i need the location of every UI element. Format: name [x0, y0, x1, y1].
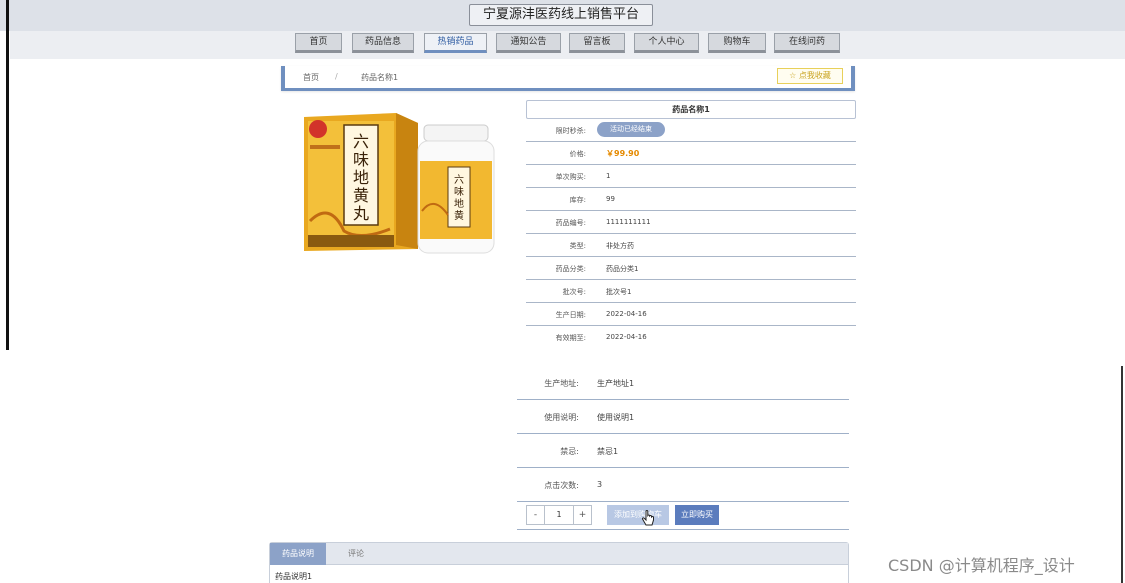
- tab-comments[interactable]: 评论: [328, 543, 384, 565]
- description-tabs: 药品说明 评论 药品说明1: [269, 542, 849, 583]
- detail-row-usage: 使用说明: 使用说明1: [517, 400, 849, 434]
- bottom-screenshot-panel: 生产地址: 生产地址1 使用说明: 使用说明1 禁忌: 禁忌1 点击次数: 3 …: [0, 366, 1125, 583]
- detail-row-production-address: 生产地址: 生产地址1: [517, 366, 849, 400]
- detail-value: 药品分类1: [606, 265, 639, 273]
- add-to-cart-button[interactable]: 添加到购物车: [607, 505, 669, 525]
- medicine-box-image: 六 味 地 黄 丸 六 味 地 黄: [304, 113, 495, 254]
- detail-label: 价格:: [569, 150, 586, 158]
- divider: [517, 529, 849, 530]
- breadcrumb-current: 药品名称1: [361, 73, 399, 82]
- detail-label: 单次购买:: [555, 173, 586, 181]
- detail-value: 1: [606, 172, 611, 180]
- detail-value: 2022-04-16: [606, 310, 647, 318]
- quantity-input[interactable]: 1: [545, 506, 573, 524]
- nav-item-hot-medicine[interactable]: 热销药品: [424, 33, 487, 53]
- detail-value: 禁忌1: [597, 447, 619, 456]
- nav-band: [10, 31, 1125, 59]
- quantity-plus-button[interactable]: +: [573, 506, 591, 524]
- top-screenshot-panel: 宁夏源沣医药线上销售平台 首页 药品信息 热销药品 通知公告 留言板 个人中心 …: [0, 0, 1125, 350]
- detail-value: 2022-04-16: [606, 333, 647, 341]
- nav-item-online-consult[interactable]: 在线问药: [774, 33, 840, 53]
- svg-text:地: 地: [454, 197, 464, 210]
- detail-label: 生产地址:: [544, 379, 579, 388]
- svg-text:味: 味: [454, 186, 464, 198]
- breadcrumb-home[interactable]: 首页: [303, 72, 319, 83]
- nav-item-personal-center[interactable]: 个人中心: [634, 33, 699, 53]
- product-name-box: 药品名称1: [526, 100, 856, 119]
- detail-row-type: 类型: 非处方药: [526, 234, 856, 257]
- detail-label: 药品分类:: [555, 265, 586, 273]
- left-border: [6, 0, 9, 350]
- detail-row-medicine-code: 药品编号: 1111111111: [526, 211, 856, 234]
- detail-label: 库存:: [569, 196, 586, 204]
- nav-item-home[interactable]: 首页: [295, 33, 342, 53]
- svg-text:味: 味: [353, 150, 369, 169]
- detail-value: 3: [597, 480, 603, 489]
- collect-button[interactable]: ☆ 点我收藏: [777, 68, 843, 84]
- site-title: 宁夏源沣医药线上销售平台: [469, 4, 653, 26]
- detail-value: 1111111111: [606, 218, 651, 226]
- quantity-minus-button[interactable]: -: [527, 506, 545, 524]
- quantity-stepper: - 1 +: [526, 505, 592, 525]
- watermark: CSDN @计算机程序_设计: [888, 556, 1075, 575]
- detail-row-batch: 批次号: 批次号1: [526, 280, 856, 303]
- svg-text:六: 六: [454, 174, 464, 186]
- detail-value: 99: [606, 195, 615, 203]
- svg-text:六: 六: [353, 132, 369, 151]
- buy-now-button[interactable]: 立即购买: [675, 505, 719, 525]
- detail-label: 点击次数:: [544, 481, 579, 490]
- svg-text:黄: 黄: [353, 186, 369, 205]
- breadcrumb-separator: /: [335, 72, 338, 81]
- detail-label: 禁忌:: [560, 447, 579, 456]
- detail-label: 类型:: [569, 242, 586, 250]
- detail-row-category: 药品分类: 药品分类1: [526, 257, 856, 280]
- detail-label: 限时秒杀:: [555, 127, 586, 135]
- detail-value: 非处方药: [606, 242, 634, 250]
- breadcrumb: 首页 / 药品名称1: [281, 66, 855, 91]
- detail-row-flash-sale: 限时秒杀: 活动已经结束: [526, 119, 856, 142]
- detail-row-expiry-date: 有效期至: 2022-04-16: [526, 326, 856, 349]
- detail-label: 生产日期:: [555, 311, 586, 319]
- price-value: ￥99.90: [606, 149, 640, 158]
- detail-row-contraindication: 禁忌: 禁忌1: [517, 434, 849, 468]
- tab-description[interactable]: 药品说明: [270, 543, 326, 565]
- flash-sale-badge: 活动已经结束: [597, 122, 665, 137]
- detail-row-stock: 库存: 99: [526, 188, 856, 211]
- detail-label: 药品编号:: [555, 219, 586, 227]
- detail-label: 使用说明:: [544, 413, 579, 422]
- hand-cursor-icon: [641, 510, 654, 526]
- detail-row-click-count: 点击次数: 3: [517, 468, 849, 502]
- svg-text:地: 地: [353, 168, 369, 187]
- nav-item-notice[interactable]: 通知公告: [496, 33, 561, 53]
- nav-item-medicine-info[interactable]: 药品信息: [352, 33, 414, 53]
- detail-row-single-purchase: 单次购买: 1: [526, 165, 856, 188]
- tabs-header: 药品说明 评论: [270, 543, 848, 565]
- nav-item-message-board[interactable]: 留言板: [569, 33, 625, 53]
- svg-text:黄: 黄: [454, 209, 464, 222]
- detail-row-production-date: 生产日期: 2022-04-16: [526, 303, 856, 326]
- nav-item-cart[interactable]: 购物车: [708, 33, 766, 53]
- detail-value: 使用说明1: [597, 413, 635, 422]
- detail-label: 有效期至:: [555, 334, 586, 342]
- detail-row-price: 价格: ￥99.90: [526, 142, 856, 165]
- detail-value: 批次号1: [606, 288, 632, 296]
- svg-text:丸: 丸: [353, 204, 369, 223]
- detail-value: 生产地址1: [597, 379, 635, 388]
- tab-content: 药品说明1: [275, 572, 313, 581]
- right-border: [1121, 366, 1123, 583]
- detail-label: 批次号:: [562, 288, 586, 296]
